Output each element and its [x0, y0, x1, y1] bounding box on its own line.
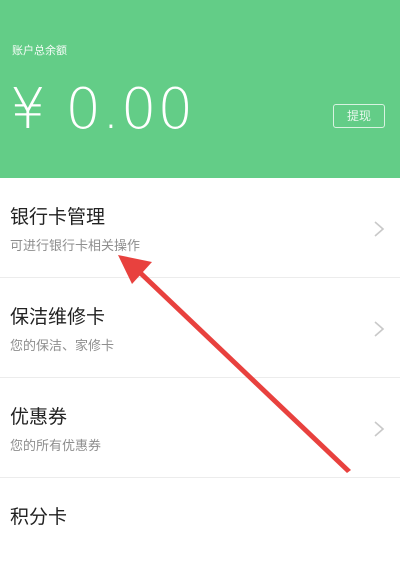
withdraw-button[interactable]: 提现: [333, 104, 385, 128]
menu-item-cleaning-card[interactable]: 保洁维修卡 您的保洁、家修卡: [0, 278, 400, 378]
balance-card: 账户总余额 ¥ 0.00 提现: [0, 0, 400, 178]
menu-list: 银行卡管理 可进行银行卡相关操作 保洁维修卡 您的保洁、家修卡 优惠券 您的所有…: [0, 178, 400, 528]
menu-item-title: 保洁维修卡: [10, 306, 106, 328]
chevron-right-icon: [374, 321, 385, 337]
menu-item-points-card[interactable]: 积分卡: [0, 478, 400, 578]
menu-item-title: 优惠券: [10, 406, 68, 428]
menu-item-subtitle: 您的所有优惠券: [10, 439, 102, 454]
chevron-right-icon: [374, 221, 385, 237]
chevron-right-icon: [374, 421, 385, 437]
menu-item-subtitle: 可进行银行卡相关操作: [10, 239, 141, 254]
menu-item-title: 银行卡管理: [10, 206, 106, 228]
menu-item-subtitle: 您的保洁、家修卡: [10, 339, 115, 354]
balance-label: 账户总余额: [12, 44, 67, 57]
menu-item-coupons[interactable]: 优惠券 您的所有优惠券: [0, 378, 400, 478]
menu-item-bank-card[interactable]: 银行卡管理 可进行银行卡相关操作: [0, 178, 400, 278]
balance-amount: ¥ 0.00: [10, 77, 195, 142]
